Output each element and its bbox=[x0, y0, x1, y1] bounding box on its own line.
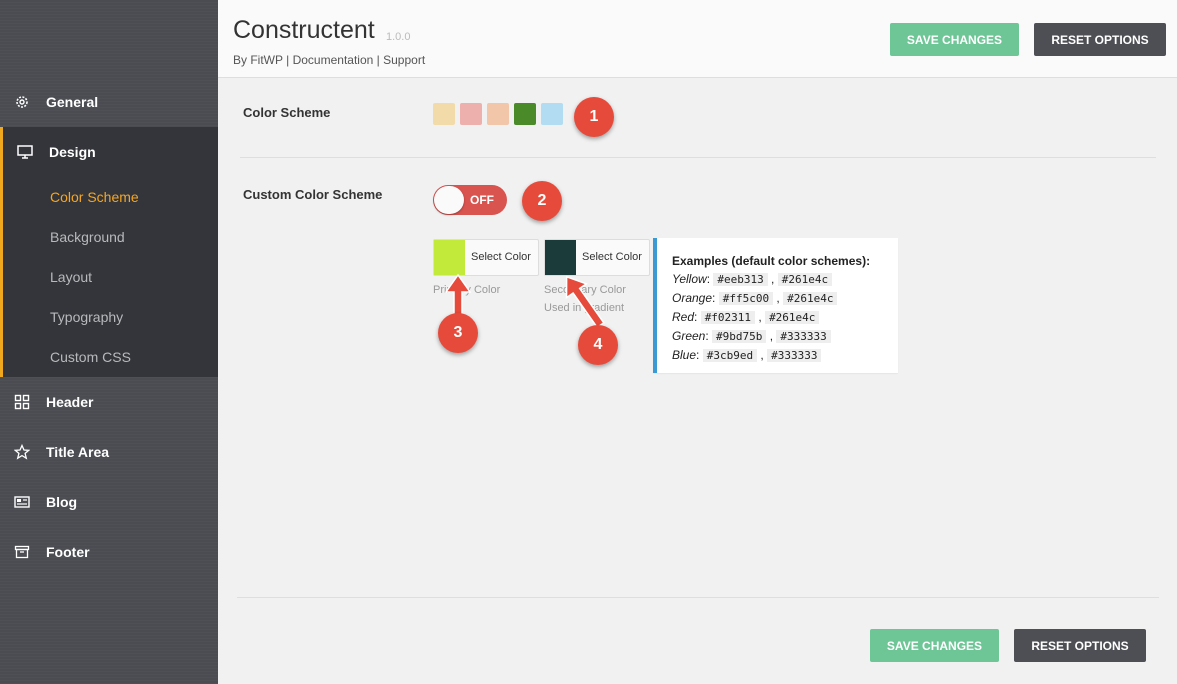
grid-icon bbox=[14, 394, 30, 410]
secondary-select-color-label: Select Color bbox=[582, 251, 642, 263]
gear-icon bbox=[14, 94, 30, 110]
sidebar-item-label: Design bbox=[49, 144, 96, 160]
annotation-badge-3: 3 bbox=[438, 313, 478, 353]
example-row: Red: #f02311 , #261e4c bbox=[672, 308, 898, 327]
documentation-link[interactable]: Documentation bbox=[293, 53, 374, 67]
subnav-custom-css[interactable]: Custom CSS bbox=[50, 347, 131, 367]
toggle-state: OFF bbox=[470, 193, 494, 207]
primary-select-color-label: Select Color bbox=[471, 251, 531, 263]
annotation-badge-4: 4 bbox=[578, 325, 618, 365]
header-links: By FitWP | Documentation | Support bbox=[233, 53, 425, 67]
secondary-color-helper: Secondary Color bbox=[544, 284, 626, 296]
examples-box: Examples (default color schemes): Yellow… bbox=[653, 238, 898, 373]
subnav-layout[interactable]: Layout bbox=[50, 267, 92, 287]
example-row: Blue: #3cb9ed , #333333 bbox=[672, 346, 898, 365]
sidebar-item-header[interactable]: Header bbox=[0, 377, 218, 427]
top-bar: Constructent 1.0.0 By FitWP | Documentat… bbox=[218, 0, 1177, 78]
save-button-bottom[interactable]: SAVE CHANGES bbox=[870, 629, 999, 662]
link-separator: | bbox=[376, 53, 380, 67]
support-link[interactable]: Support bbox=[383, 53, 425, 67]
toggle-knob bbox=[434, 186, 464, 214]
subnav-color-scheme[interactable]: Color Scheme bbox=[50, 187, 139, 207]
sidebar-item-title-area[interactable]: Title Area bbox=[0, 427, 218, 477]
version-label: 1.0.0 bbox=[386, 31, 411, 43]
star-icon bbox=[14, 444, 30, 460]
primary-color-helper: Primary Color bbox=[433, 284, 501, 296]
newspaper-icon bbox=[14, 494, 30, 510]
sidebar-item-design[interactable]: Design bbox=[0, 127, 218, 177]
primary-color-preview bbox=[434, 240, 465, 275]
sidebar-item-label: Title Area bbox=[46, 444, 110, 460]
primary-color-picker[interactable]: Select Color bbox=[433, 239, 539, 276]
swatch-green[interactable] bbox=[514, 103, 536, 125]
annotation-badge-2: 2 bbox=[522, 181, 562, 221]
author-link[interactable]: By FitWP bbox=[233, 53, 283, 67]
sidebar-item-label: Header bbox=[46, 394, 94, 410]
swatch-orange[interactable] bbox=[487, 103, 509, 125]
save-button-top[interactable]: SAVE CHANGES bbox=[890, 23, 1019, 56]
link-separator: | bbox=[286, 53, 290, 67]
color-scheme-label: Color Scheme bbox=[243, 105, 331, 120]
custom-scheme-toggle[interactable]: OFF bbox=[433, 185, 507, 215]
sidebar-item-label: General bbox=[46, 94, 99, 110]
swatch-red[interactable] bbox=[460, 103, 482, 125]
example-row: Green: #9bd75b , #333333 bbox=[672, 327, 898, 346]
swatch-blue[interactable] bbox=[541, 103, 563, 125]
sidebar: General Design Color Scheme Background L… bbox=[0, 0, 218, 684]
sidebar-item-label: Blog bbox=[46, 494, 78, 510]
page-title: Constructent bbox=[233, 16, 375, 44]
sidebar-item-blog[interactable]: Blog bbox=[0, 477, 218, 527]
custom-color-scheme-label: Custom Color Scheme bbox=[243, 187, 383, 202]
reset-button-bottom[interactable]: RESET OPTIONS bbox=[1014, 629, 1146, 662]
sidebar-item-label: Footer bbox=[46, 544, 90, 560]
swatch-yellow[interactable] bbox=[433, 103, 455, 125]
reset-button-top[interactable]: RESET OPTIONS bbox=[1034, 23, 1166, 56]
secondary-color-picker[interactable]: Select Color bbox=[544, 239, 650, 276]
monitor-icon bbox=[17, 144, 33, 160]
sidebar-item-general[interactable]: General bbox=[0, 77, 218, 127]
secondary-color-helper-2: Used in gradient bbox=[544, 302, 625, 314]
section-divider bbox=[240, 157, 1156, 158]
examples-title: Examples (default color schemes): bbox=[672, 254, 871, 268]
example-row: Yellow: #eeb313 , #261e4c bbox=[672, 270, 898, 289]
subnav-typography[interactable]: Typography bbox=[50, 307, 123, 327]
subnav-background[interactable]: Background bbox=[50, 227, 125, 247]
archive-icon bbox=[14, 544, 30, 560]
example-row: Orange: #ff5c00 , #261e4c bbox=[672, 289, 898, 308]
secondary-color-preview bbox=[545, 240, 576, 275]
annotation-badge-1: 1 bbox=[574, 97, 614, 137]
design-section: Design Color Scheme Background Layout Ty… bbox=[0, 127, 218, 377]
bottom-divider bbox=[237, 597, 1159, 598]
sidebar-item-footer[interactable]: Footer bbox=[0, 527, 218, 577]
